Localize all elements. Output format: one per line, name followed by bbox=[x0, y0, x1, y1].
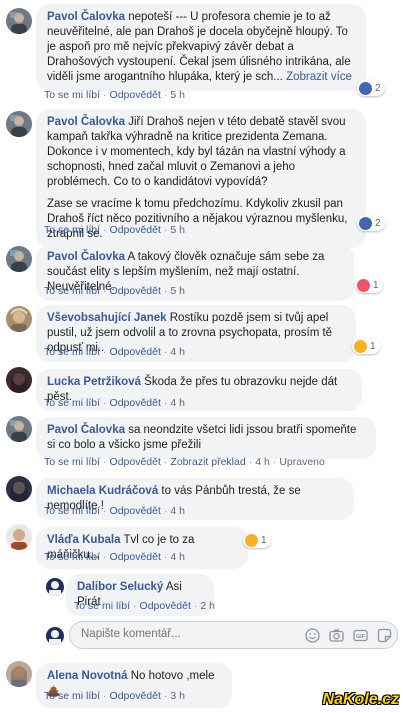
translate-link[interactable]: Zobrazit překlad bbox=[170, 456, 245, 468]
watermark-logo: NaKole.cz bbox=[322, 691, 399, 708]
comment-author[interactable]: Vláďa Kubala bbox=[47, 534, 120, 546]
avatar[interactable] bbox=[6, 416, 32, 442]
like-reaction-icon bbox=[359, 216, 372, 230]
timestamp[interactable]: 4 h bbox=[255, 456, 270, 468]
comment-actions: To se mi líbí · Odpovědět · Zobrazit překlad… bbox=[44, 456, 325, 468]
reaction-summary[interactable]: 1 bbox=[243, 532, 271, 548]
like-link[interactable]: To se mi líbí bbox=[44, 285, 100, 297]
reaction-count: 1 bbox=[370, 340, 376, 352]
comment-author[interactable]: Vševobsahující Janek bbox=[47, 312, 167, 324]
reply-link[interactable]: Odpovědět bbox=[110, 346, 161, 358]
like-link[interactable]: To se mi líbí bbox=[44, 505, 100, 517]
reaction-count: 2 bbox=[375, 82, 381, 94]
comment-actions: To se mi líbí · Odpovědět · 4 h bbox=[44, 551, 186, 563]
reply-link[interactable]: Odpovědět bbox=[110, 285, 161, 297]
svg-text:GIF: GIF bbox=[356, 634, 366, 640]
comment-input[interactable] bbox=[81, 628, 261, 640]
reply-link[interactable]: Odpovědět bbox=[110, 397, 161, 409]
timestamp[interactable]: 4 h bbox=[170, 505, 185, 517]
emoji-icon[interactable] bbox=[305, 628, 320, 643]
comment-actions: To se mi líbí · Odpovědět · 4 h bbox=[44, 397, 186, 409]
reaction-summary[interactable]: 2 bbox=[357, 215, 385, 231]
haha-reaction-icon bbox=[245, 533, 258, 547]
like-link[interactable]: To se mi líbí bbox=[44, 397, 100, 409]
comment-author[interactable]: Pavol Čalovka bbox=[47, 424, 125, 436]
reply-link[interactable]: Odpovědět bbox=[110, 224, 161, 236]
avatar[interactable] bbox=[6, 476, 32, 502]
comment-actions: To se mi líbí · Odpovědět · 4 h bbox=[44, 505, 186, 517]
timestamp[interactable]: 5 h bbox=[170, 285, 185, 297]
comment-author[interactable]: Lucka Petržiková bbox=[47, 376, 141, 388]
timestamp[interactable]: 2 h bbox=[200, 600, 215, 612]
like-reaction-icon bbox=[359, 81, 372, 95]
comment-actions: To se mi líbí · Odpovědět · 5 h bbox=[44, 89, 186, 101]
like-link[interactable]: To se mi líbí bbox=[74, 600, 130, 612]
like-link[interactable]: To se mi líbí bbox=[44, 89, 100, 101]
comment-author[interactable]: Alena Novotná bbox=[47, 670, 128, 682]
comment-text: No hotovo ,mele bbox=[130, 670, 215, 682]
comment-actions: To se mi líbí · Odpovědět · 3 h bbox=[44, 690, 186, 702]
reaction-count: 2 bbox=[375, 217, 381, 229]
avatar[interactable] bbox=[46, 578, 64, 596]
avatar[interactable] bbox=[6, 661, 32, 687]
reaction-summary[interactable]: 1 bbox=[352, 338, 380, 354]
comment-author[interactable]: Pavol Čalovka bbox=[47, 11, 125, 23]
comment-author[interactable]: Pavol Čalovka bbox=[47, 116, 125, 128]
current-user-avatar[interactable] bbox=[46, 627, 64, 645]
reaction-summary[interactable]: 2 bbox=[357, 80, 385, 96]
comment-author[interactable]: Dalibor Selucký bbox=[77, 581, 163, 593]
comment-composer[interactable]: GIF bbox=[69, 621, 398, 649]
gif-icon[interactable]: GIF bbox=[353, 628, 368, 643]
love-reaction-icon bbox=[357, 278, 370, 292]
reaction-count: 1 bbox=[261, 534, 267, 546]
comment-actions: To se mi líbí · Odpovědět · 5 h bbox=[44, 285, 186, 297]
avatar[interactable] bbox=[6, 524, 32, 550]
avatar[interactable] bbox=[6, 367, 32, 393]
comment-actions: To se mi líbí · Odpovědět · 5 h bbox=[44, 224, 186, 236]
comment-author[interactable]: Pavol Čalovka bbox=[47, 251, 125, 263]
timestamp[interactable]: 4 h bbox=[170, 346, 185, 358]
like-link[interactable]: To se mi líbí bbox=[44, 551, 100, 563]
like-link[interactable]: To se mi líbí bbox=[44, 456, 100, 468]
reaction-summary[interactable]: 1 bbox=[355, 277, 383, 293]
avatar[interactable] bbox=[6, 111, 32, 137]
edited-label[interactable]: Upraveno bbox=[279, 456, 325, 468]
show-more-link[interactable]: Zobrazit více bbox=[286, 71, 352, 83]
reply-link[interactable]: Odpovědět bbox=[110, 505, 161, 517]
comment-bubble: Pavol Čalovka nepoteší --- U profesora c… bbox=[36, 4, 366, 91]
like-link[interactable]: To se mi líbí bbox=[44, 690, 100, 702]
reply-link[interactable]: Odpovědět bbox=[110, 551, 161, 563]
avatar[interactable] bbox=[6, 306, 32, 332]
timestamp[interactable]: 5 h bbox=[170, 89, 185, 101]
like-link[interactable]: To se mi líbí bbox=[44, 346, 100, 358]
avatar[interactable] bbox=[6, 246, 32, 272]
reply-link[interactable]: Odpovědět bbox=[110, 89, 161, 101]
like-link[interactable]: To se mi líbí bbox=[44, 224, 100, 236]
timestamp[interactable]: 5 h bbox=[170, 224, 185, 236]
comment-author[interactable]: Michaela Kudráčová bbox=[47, 485, 158, 497]
camera-icon[interactable] bbox=[329, 628, 344, 643]
avatar[interactable] bbox=[6, 8, 32, 34]
reply-link[interactable]: Odpovědět bbox=[110, 690, 161, 702]
reaction-count: 1 bbox=[373, 279, 379, 291]
comment-actions: To se mi líbí · Odpovědět · 4 h bbox=[44, 346, 186, 358]
sticker-icon[interactable] bbox=[377, 628, 392, 643]
timestamp[interactable]: 4 h bbox=[170, 551, 185, 563]
comment-actions: To se mi líbí · Odpovědět · 2 h bbox=[74, 600, 216, 612]
reply-link[interactable]: Odpovědět bbox=[140, 600, 191, 612]
timestamp[interactable]: 4 h bbox=[170, 397, 185, 409]
haha-reaction-icon bbox=[354, 339, 367, 353]
reply-link[interactable]: Odpovědět bbox=[110, 456, 161, 468]
timestamp[interactable]: 3 h bbox=[170, 690, 185, 702]
comment-bubble: Pavol Čalovka sa neondzite všetci lidi j… bbox=[36, 417, 376, 459]
